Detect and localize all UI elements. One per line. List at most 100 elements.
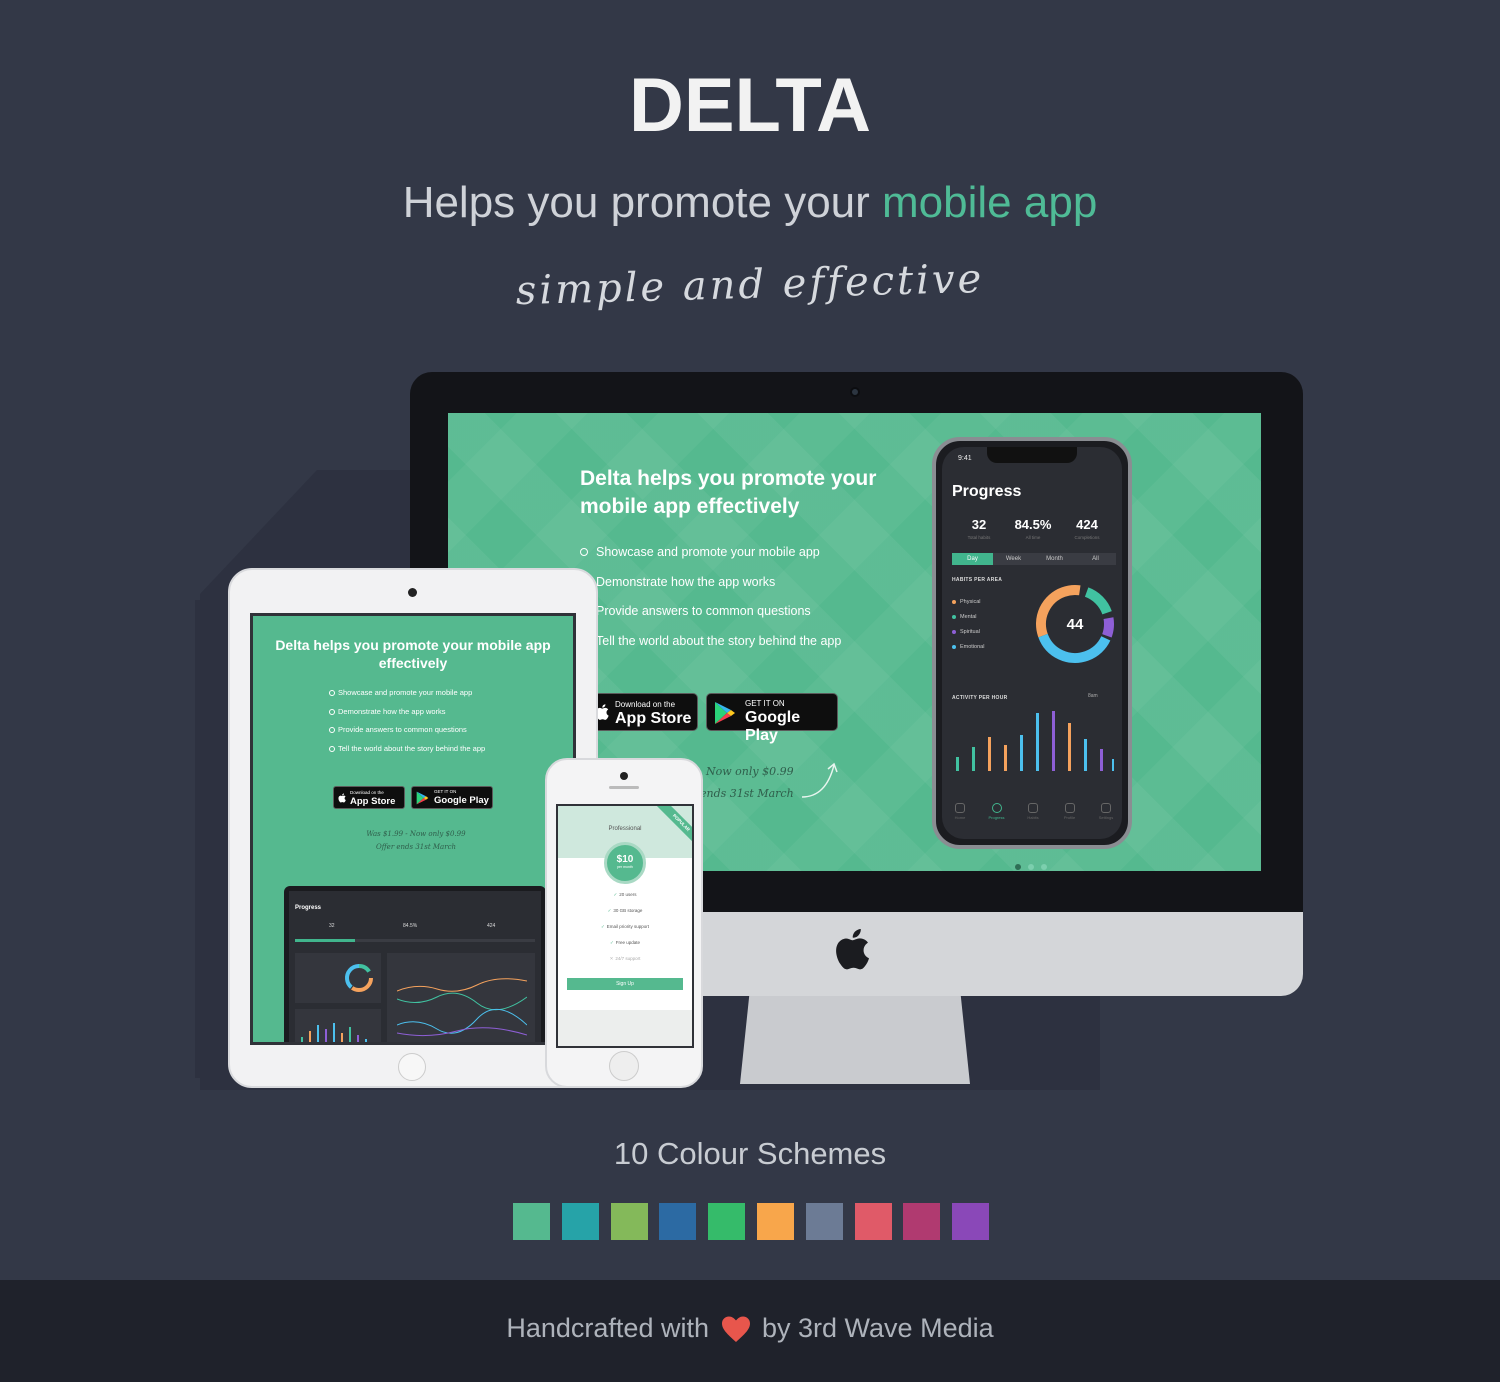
feature-text: 24/7 support	[615, 956, 641, 961]
tab-month[interactable]: Month	[1034, 553, 1075, 565]
tab-day[interactable]: Day	[952, 553, 993, 565]
check-icon: ✓	[607, 908, 612, 913]
nav-label: Habits	[1027, 815, 1039, 820]
feature-item: Tell the world about the story behind th…	[580, 634, 841, 664]
feature-text: 20 users	[619, 892, 637, 897]
activity-filter[interactable]: 8am	[1088, 693, 1098, 699]
stat-label: Total habits	[967, 535, 991, 540]
cross-icon: ✕	[609, 956, 614, 961]
ipad-app-store-button[interactable]: Download on the App Store	[333, 786, 405, 809]
nav-settings[interactable]: Settings	[1096, 803, 1116, 820]
app-store-small: Download on the	[615, 700, 676, 709]
ipad-mockup: Delta helps you promote your mobile app …	[228, 568, 598, 1088]
nav-habits[interactable]: Habits	[1023, 803, 1043, 820]
laptop-tab-bar	[295, 939, 535, 942]
plan-feature: ✕ 24/7 support	[558, 956, 692, 972]
habits-legend: Physical Mental Spiritual Emotional	[952, 599, 984, 659]
google-play-icon	[715, 702, 735, 724]
apple-icon	[338, 793, 346, 803]
sign-up-button[interactable]: Sign Up	[567, 978, 683, 990]
ipad-feature-list: Showcase and promote your mobile app Dem…	[329, 688, 485, 762]
google-play-button[interactable]: GET IT ON Google Play	[706, 693, 838, 744]
app-store-big: App Store	[615, 710, 692, 727]
color-swatch[interactable]	[903, 1203, 941, 1240]
nav-label: Progress	[988, 815, 1005, 820]
pricing-screen: Professional POPULAR $10 per month ✓ 20 u…	[556, 804, 694, 1048]
carousel-dot[interactable]	[1015, 864, 1021, 870]
footer-prefix: Handcrafted with	[506, 1313, 709, 1343]
subtitle-prefix: Helps you promote your	[402, 178, 883, 227]
heart-icon	[721, 1316, 750, 1342]
webcam-icon	[850, 387, 860, 397]
promo-line: Offer ends 31st March	[375, 843, 456, 851]
curved-arrow-icon	[801, 762, 838, 798]
laptop-line-chart	[397, 978, 527, 1037]
habits-icon	[1028, 803, 1038, 813]
subtitle-highlight: mobile app	[882, 178, 1098, 227]
feature-item: Provide answers to common questions	[580, 604, 841, 634]
carousel-dot[interactable]	[1028, 864, 1034, 870]
landing-headline: Delta helps you promote your mobile app …	[580, 467, 877, 518]
stat-alltime: 84.5% All time	[1006, 517, 1060, 540]
google-play-big: Google Play	[745, 709, 801, 744]
feature-text: 30 GB storage	[613, 908, 643, 913]
laptop-line-panel	[387, 953, 535, 1042]
color-swatch[interactable]	[854, 1203, 892, 1240]
color-swatch[interactable]	[952, 1203, 990, 1240]
laptop-stat: 32	[329, 923, 335, 929]
footer-suffix: by 3rd Wave Media	[762, 1313, 994, 1343]
stat-completions: 424 Completions	[1060, 517, 1114, 540]
color-swatch[interactable]	[610, 1203, 648, 1240]
feature-item: Provide answers to common questions	[329, 725, 485, 744]
color-swatch[interactable]	[708, 1203, 746, 1240]
stats-row: 32 Total habits 84.5% All time 424 Completi…	[952, 517, 1114, 540]
hero-subtitle: Helps you promote your mobile app	[0, 178, 1500, 228]
nav-profile[interactable]: Profile	[1060, 803, 1080, 820]
nav-home[interactable]: Home	[950, 803, 970, 820]
color-swatch[interactable]	[756, 1203, 794, 1240]
ipad-google-play-button[interactable]: GET IT ON Google Play	[411, 786, 493, 809]
plan-feature: ✓ 20 users	[558, 892, 692, 908]
activity-bar-chart	[956, 711, 1114, 771]
ipad-home-button[interactable]	[398, 1053, 426, 1081]
phone-notch	[987, 447, 1077, 463]
color-swatch[interactable]	[805, 1203, 843, 1240]
plan-feature: ✓ Email priority support	[558, 924, 692, 940]
hero-title: DELTA	[628, 63, 872, 148]
tab-week[interactable]: Week	[993, 553, 1034, 565]
activity-heading: ACTIVITY PER HOUR	[952, 695, 1008, 701]
stat-total: 32 Total habits	[952, 517, 1006, 540]
price-period: per month	[617, 865, 633, 869]
iphone-speaker	[609, 786, 639, 789]
nav-progress[interactable]: Progress	[987, 803, 1007, 820]
color-swatch[interactable]	[513, 1203, 550, 1240]
carousel-dots	[1015, 857, 1054, 871]
iphone-home-button[interactable]	[609, 1051, 639, 1081]
feature-item: Tell the world about the story behind th…	[329, 744, 485, 763]
promo-text-1: Now only $0.99	[706, 765, 794, 778]
imac-stand	[740, 996, 970, 1084]
laptop-bar-panel	[295, 1009, 381, 1042]
legend-emotional: Emotional	[952, 644, 984, 659]
stat-value: 84.5%	[1014, 517, 1052, 532]
bottom-nav: Home Progress Habits Profile Settings	[950, 803, 1116, 820]
app-store-button[interactable]: Download on the App Store	[588, 693, 698, 731]
footer-credit: Handcrafted with by 3rd Wave Media	[0, 1313, 1500, 1344]
habits-donut-chart: 44	[1036, 585, 1114, 663]
color-swatches	[513, 1203, 1001, 1240]
progress-icon	[991, 803, 1002, 813]
legend-spiritual: Spiritual	[952, 629, 984, 644]
feature-item: Showcase and promote your mobile app	[329, 688, 485, 707]
tagline: simple and effective	[515, 255, 985, 315]
color-swatch[interactable]	[659, 1203, 697, 1240]
apple-logo-icon	[836, 928, 869, 970]
laptop-bar-chart	[301, 1023, 367, 1042]
carousel-dot[interactable]	[1041, 864, 1047, 870]
stat-label: All time	[1025, 535, 1041, 540]
feature-item: Showcase and promote your mobile app	[580, 545, 841, 575]
price-badge: $10 per month	[604, 842, 646, 884]
legend-mental: Mental	[952, 614, 984, 629]
nav-label: Settings	[1098, 815, 1114, 820]
color-swatch[interactable]	[561, 1203, 599, 1240]
tab-all[interactable]: All	[1075, 553, 1116, 565]
